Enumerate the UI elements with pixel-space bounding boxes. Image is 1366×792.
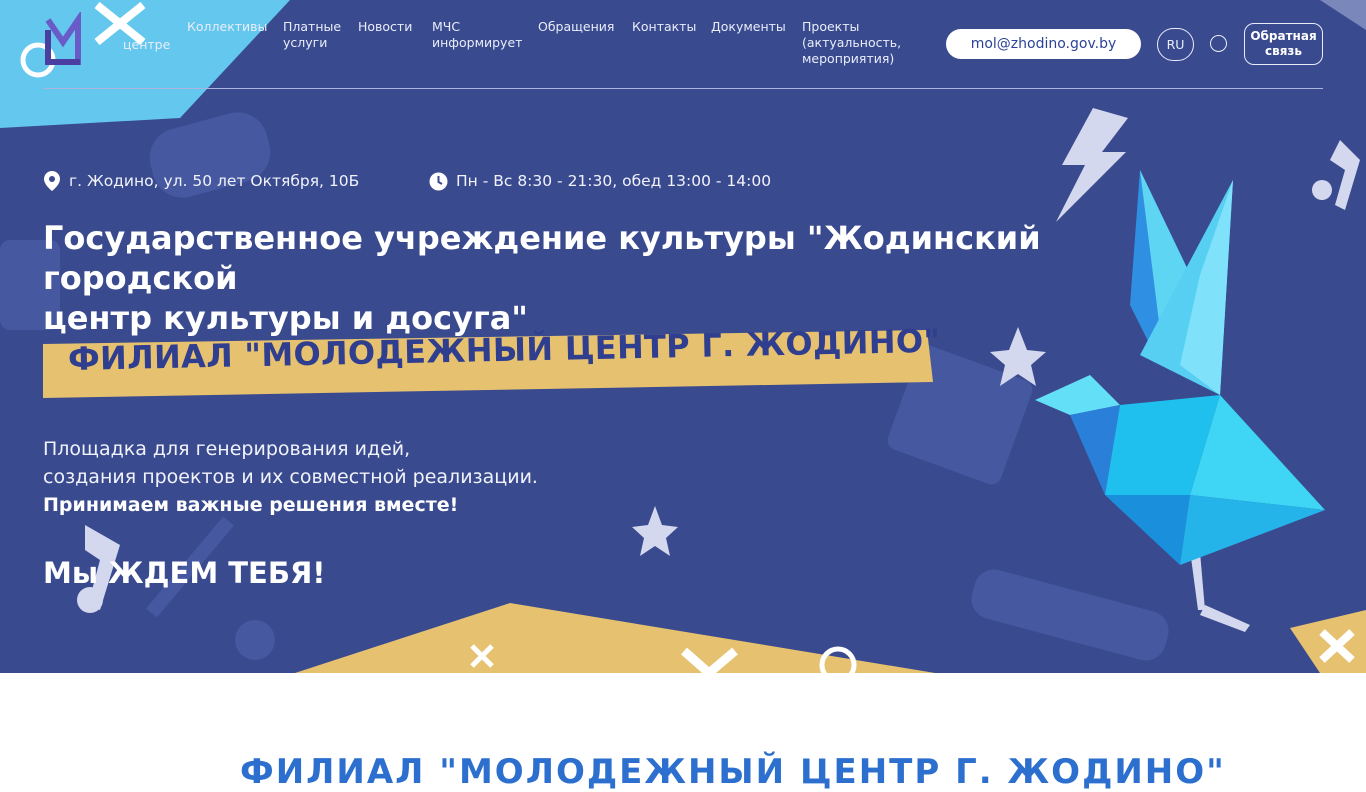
address-info: г. Жодино, ул. 50 лет Октября, 10Б [43,170,359,192]
email-link[interactable]: mol@zhodino.gov.by [946,29,1141,59]
header-divider [43,88,1323,89]
location-pin-icon [44,171,60,191]
section-title: ФИЛИАЛ "МОЛОДЕЖНЫЙ ЦЕНТР Г. ЖОДИНО" [240,752,1226,792]
nav-item-contacts[interactable]: Контакты [632,19,696,35]
hero-description: Площадка для генерирования идей, создани… [43,435,538,491]
hours-text: Пн - Вс 8:30 - 21:30, обед 13:00 - 14:00 [456,172,772,190]
nav-item-paid-services[interactable]: Платные услуги [283,19,341,51]
nav-item-documents[interactable]: Документы [711,19,786,35]
ring-icon[interactable] [1210,35,1227,52]
page-title: Государственное учреждение культуры "Жод… [43,219,1041,337]
nav-item-news[interactable]: Новости [358,19,412,35]
nav-item-appeals[interactable]: Обращения [538,19,614,35]
nav-item-collectives[interactable]: Коллективы [187,19,267,35]
description-line-2: создания проектов и их совместной реализ… [43,466,538,488]
address-text: г. Жодино, ул. 50 лет Октября, 10Б [69,172,360,190]
hero-section: центре Коллективы Платные услуги Новости… [0,0,1366,673]
hours-info: Пн - Вс 8:30 - 21:30, обед 13:00 - 14:00 [429,170,771,192]
description-slogan: Принимаем важные решения вместе! [43,494,459,516]
nav-item-emergency-info[interactable]: МЧС информирует [432,19,522,51]
feedback-button[interactable]: Обратная связь [1244,23,1323,65]
hero-cta: Мы ЖДЕМ ТЕБЯ! [43,556,326,590]
clock-icon [429,172,448,190]
language-switcher[interactable]: RU [1157,28,1194,61]
description-line-1: Площадка для генерирования идей, [43,438,411,460]
nav-item-about[interactable]: центре [123,37,170,53]
nav-item-projects[interactable]: Проекты (актуальность, мероприятия) [802,19,901,67]
